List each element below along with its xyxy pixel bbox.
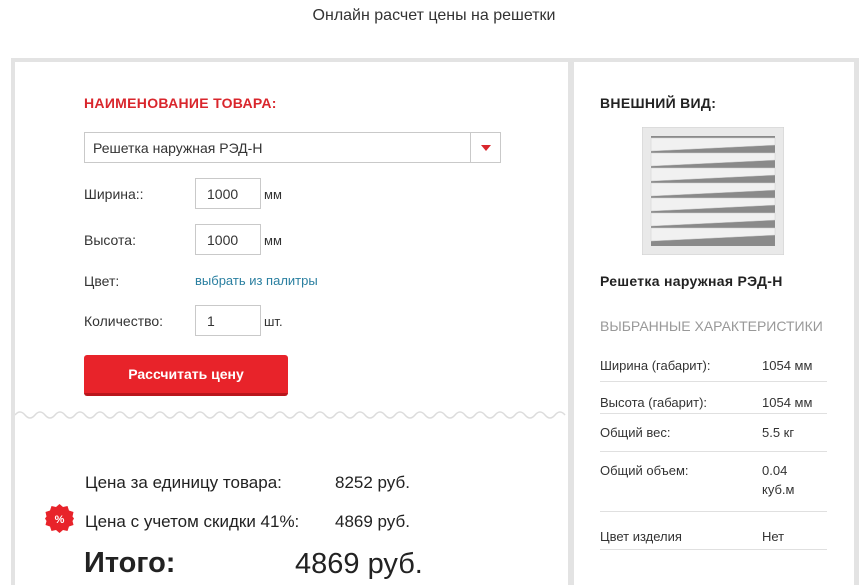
characteristic-value: 0.04 куб.м — [762, 463, 795, 497]
product-select-value: Решетка наружная РЭД-Н — [93, 140, 263, 156]
preview-product-name: Решетка наружная РЭД-Н — [600, 273, 783, 289]
characteristic-row: Ширина (габарит): 1054 мм — [600, 352, 827, 382]
width-input[interactable] — [195, 178, 261, 209]
select-divider — [470, 133, 471, 162]
characteristic-label: Общий вес: — [600, 425, 671, 440]
total-value: 4869 руб. — [295, 548, 423, 580]
calculator-form-panel: НАИМЕНОВАНИЕ ТОВАРА: Решетка наружная РЭ… — [15, 62, 568, 585]
characteristic-value: Нет — [762, 529, 785, 544]
calculate-price-button[interactable]: Рассчитать цену — [84, 355, 288, 396]
characteristic-value: 1054 мм — [762, 358, 813, 373]
preview-panel: ВНЕШНИЙ ВИД: Решетка наружная РЭД-Н ВЫБР… — [574, 62, 854, 585]
unit-price-label: Цена за единицу товара: — [85, 473, 282, 492]
characteristics-heading: ВЫБРАННЫЕ ХАРАКТЕРИСТИКИ — [600, 318, 823, 334]
quantity-input[interactable] — [195, 305, 261, 336]
characteristic-label: Высота (габарит): — [600, 395, 708, 410]
height-label: Высота: — [84, 232, 136, 248]
characteristic-value: 1054 мм — [762, 395, 813, 410]
discount-price-label: Цена с учетом скидки 41%: — [85, 512, 300, 531]
height-unit: мм — [264, 233, 282, 248]
characteristic-value: 5.5 кг — [762, 425, 795, 440]
characteristic-label: Ширина (габарит): — [600, 358, 711, 373]
color-label: Цвет: — [84, 273, 120, 289]
width-unit: мм — [264, 187, 282, 202]
characteristic-row: Высота (габарит): 1054 мм — [600, 382, 827, 414]
characteristic-row: Общий вес: 5.5 кг — [600, 414, 827, 452]
choose-palette-link[interactable]: выбрать из палитры — [195, 273, 318, 288]
characteristic-row: Общий объем: 0.04 куб.м — [600, 452, 827, 512]
product-select[interactable]: Решетка наружная РЭД-Н — [84, 132, 501, 163]
characteristic-label: Цвет изделия — [600, 529, 682, 544]
unit-price-value: 8252 руб. — [335, 473, 410, 492]
quantity-unit: шт. — [264, 314, 283, 329]
appearance-heading: ВНЕШНИЙ ВИД: — [600, 95, 717, 111]
discount-badge-text: % — [55, 514, 65, 526]
product-heading: НАИМЕНОВАНИЕ ТОВАРА: — [84, 95, 277, 111]
discount-price-value: 4869 руб. — [335, 512, 410, 531]
height-input[interactable] — [195, 224, 261, 255]
page-title: Онлайн расчет цены на решетки — [312, 7, 556, 24]
quantity-label: Количество: — [84, 313, 164, 329]
grille-product-image — [642, 127, 784, 255]
chevron-down-icon[interactable] — [481, 145, 491, 151]
total-label: Итого: — [84, 547, 176, 579]
width-label: Ширина:: — [84, 186, 144, 202]
discount-badge-icon: % — [45, 504, 74, 533]
characteristic-row: Цвет изделия Нет — [600, 512, 827, 550]
wavy-divider — [15, 411, 566, 419]
characteristic-label: Общий объем: — [600, 463, 689, 478]
